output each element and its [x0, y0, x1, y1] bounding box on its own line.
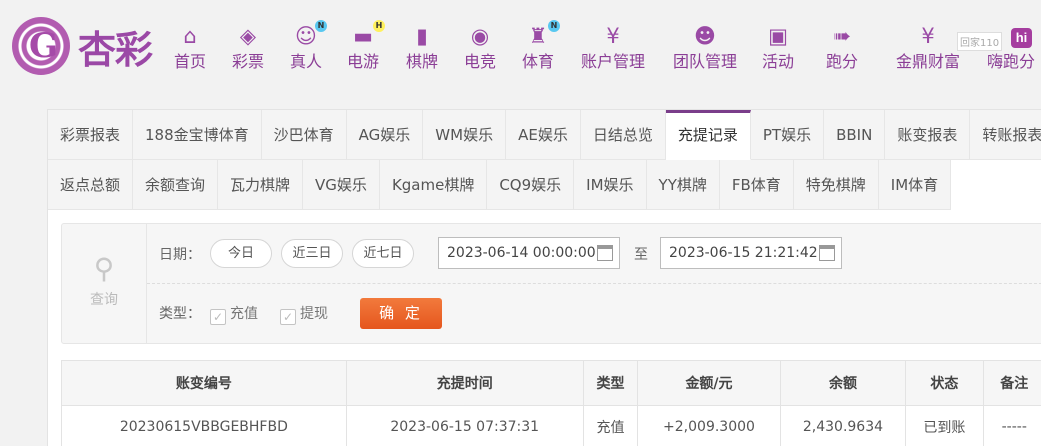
search-side: ⚲ 查询	[62, 224, 147, 343]
tab-im[interactable]: IM娱乐	[574, 160, 647, 210]
col-header-amount[interactable]: 金额/元	[637, 360, 781, 406]
tab-188bet-sports[interactable]: 188金宝博体育	[133, 110, 262, 160]
table-row[interactable]: 20230615VBBGEBHFBD 2023-06-15 07:37:31 充…	[61, 405, 1041, 446]
running-icon: ➠	[833, 24, 851, 48]
tab-ae[interactable]: AE娱乐	[506, 110, 581, 160]
nav-item-account[interactable]: ¥ 账户管理	[578, 24, 648, 73]
trophy-icon: ♜	[528, 24, 548, 48]
nav-item-cards[interactable]: ▮ 棋牌	[404, 24, 440, 73]
nav-item-running-points[interactable]: ➠ 跑分	[824, 24, 860, 73]
last-3-days-button[interactable]: 近三日	[281, 239, 343, 268]
tab-rebate-total[interactable]: 返点总额	[48, 160, 134, 210]
home-icon: ⌂	[183, 24, 197, 48]
tab-deposit-withdraw-records[interactable]: 充提记录	[665, 110, 751, 160]
new-badge: N	[548, 20, 560, 32]
nav-item-team[interactable]: ☻ 团队管理	[670, 24, 740, 73]
esports-controller-icon: ◉	[470, 24, 490, 48]
withdraw-checkbox[interactable]: ✓ 提现	[280, 303, 328, 325]
cell-status: 已到账	[905, 405, 984, 446]
today-button[interactable]: 今日	[210, 239, 272, 268]
date-label: 日期：	[159, 247, 201, 263]
tab-saba-sports[interactable]: 沙巴体育	[261, 110, 347, 160]
cell-type: 充值	[582, 405, 639, 446]
nav-item-promo[interactable]: ▣ 活动	[760, 24, 796, 73]
tab-account-change-report[interactable]: 账变报表	[885, 110, 971, 160]
col-header-remark[interactable]: 备注	[982, 360, 1041, 406]
new-badge: N	[315, 20, 327, 32]
tabs-row-2: 返点总额 余额查询 瓦力棋牌 VG娱乐 Kgame棋牌 CQ9娱乐 IM娱乐 Y…	[48, 160, 952, 210]
tab-wali-cards[interactable]: 瓦力棋牌	[218, 160, 304, 210]
cell-balance: 2,430.9634	[779, 405, 907, 446]
calendar-icon[interactable]	[597, 245, 613, 261]
cell-amount: +2,009.3000	[637, 405, 781, 446]
tab-temian-cards[interactable]: 特免棋牌	[793, 160, 879, 210]
deposit-checkbox[interactable]: ✓ 充值	[210, 303, 258, 325]
tabs-row-1: 彩票报表 188金宝博体育 沙巴体育 AG娱乐 WM娱乐 AE娱乐 日结总览 充…	[48, 110, 1041, 160]
calendar-icon[interactable]	[819, 245, 835, 261]
tab-transfer-report[interactable]: 转账报表	[970, 110, 1041, 160]
tab-cq9[interactable]: CQ9娱乐	[487, 160, 575, 210]
type-filter-row: 类型： ✓ 充值 ✓ 提现 确 定	[147, 284, 1041, 343]
checkmark-icon: ✓	[210, 309, 226, 325]
tab-kgame-cards[interactable]: Kgame棋牌	[379, 160, 488, 210]
tab-im-sports[interactable]: IM体育	[878, 160, 952, 210]
top-header: 杏彩 ⌂ 首页 ◈ 彩票 ☺N 真人 ▬H 电游 ▮ 棋牌 ◉ 电竞 ♜N 体育	[0, 0, 1041, 100]
nav-item-lottery[interactable]: ◈ 彩票	[230, 24, 266, 73]
search-icon: ⚲	[93, 252, 115, 285]
team-icon: ☻	[694, 24, 716, 48]
last-7-days-button[interactable]: 近七日	[352, 239, 414, 268]
cell-remark: -----	[982, 405, 1041, 446]
nav-item-sports[interactable]: ♜ N 体育	[520, 20, 560, 73]
logo-emblem-icon	[12, 17, 70, 75]
tab-balance-query[interactable]: 余额查询	[133, 160, 219, 210]
tab-wm[interactable]: WM娱乐	[423, 110, 507, 160]
live-dealer-icon: ☺	[295, 24, 317, 48]
wealth-icon: ¥	[921, 24, 935, 48]
main-nav: ⌂ 首页 ◈ 彩票 ☺ N 真人 ▬ H 电游 ▮ 棋牌 ◉ 电竞 ♜ N 体育 ¥	[160, 20, 1041, 74]
gamepad-icon: ▬	[353, 24, 373, 48]
tab-yy-cards[interactable]: YY棋牌	[646, 160, 720, 210]
start-datetime-input[interactable]: 2023-06-14 00:00:00	[438, 237, 620, 269]
tab-fb-sports[interactable]: FB体育	[719, 160, 794, 210]
watermark-label: 回家110	[957, 32, 1003, 51]
report-panel: 彩票报表 188金宝博体育 沙巴体育 AG娱乐 WM娱乐 AE娱乐 日结总览 充…	[47, 109, 1041, 446]
cell-time: 2023-06-15 07:37:31	[345, 405, 584, 446]
col-header-time[interactable]: 充提时间	[345, 360, 584, 406]
gift-icon: ▣	[768, 24, 788, 48]
corner-overlay: 回家110 hi	[957, 16, 1041, 52]
tab-bbin[interactable]: BBIN	[824, 110, 886, 160]
tab-ag[interactable]: AG娱乐	[346, 110, 424, 160]
nav-item-egames[interactable]: ▬ H 电游	[345, 20, 385, 73]
col-header-change-id[interactable]: 账变编号	[61, 360, 347, 406]
type-label: 类型：	[159, 306, 201, 322]
brand-logo[interactable]: 杏彩	[12, 17, 153, 75]
date-filter-row: 日期： 今日 近三日 近七日 2023-06-14 00:00:00 至 202…	[147, 224, 1041, 284]
checkmark-icon: ✓	[280, 309, 296, 325]
hi-icon[interactable]: hi	[1011, 28, 1032, 48]
col-header-balance[interactable]: 余额	[779, 360, 907, 406]
nav-item-esports[interactable]: ◉ 电竞	[462, 24, 498, 73]
nav-item-home[interactable]: ⌂ 首页	[173, 24, 207, 73]
range-separator: 至	[634, 247, 648, 263]
lottery-ticket-icon: ◈	[239, 24, 257, 48]
yen-coin-icon: ¥	[606, 24, 620, 48]
hot-badge: H	[373, 20, 385, 32]
col-header-status[interactable]: 状态	[905, 360, 984, 406]
tab-pt[interactable]: PT娱乐	[750, 110, 825, 160]
col-header-type[interactable]: 类型	[582, 360, 639, 406]
cell-change-id: 20230615VBBGEBHFBD	[61, 405, 347, 446]
search-side-label: 查询	[90, 292, 118, 308]
brand-name: 杏彩	[78, 26, 153, 72]
nav-item-wealth[interactable]: ¥ 金鼎财富	[893, 24, 963, 73]
tab-daily-overview[interactable]: 日结总览	[580, 110, 666, 160]
confirm-button[interactable]: 确 定	[360, 298, 442, 329]
cards-icon: ▮	[416, 24, 428, 48]
tab-lottery-report[interactable]: 彩票报表	[48, 110, 134, 160]
search-form: ⚲ 查询 日期： 今日 近三日 近七日 2023-06-14 00:00:00 …	[61, 223, 1041, 344]
tab-vg[interactable]: VG娱乐	[303, 160, 380, 210]
end-datetime-input[interactable]: 2023-06-15 21:21:42	[660, 237, 842, 269]
table-header-row: 账变编号 充提时间 类型 金额/元 余额 状态 备注	[61, 360, 1041, 406]
records-table: 账变编号 充提时间 类型 金额/元 余额 状态 备注 20230615VBBGE…	[61, 360, 1041, 446]
nav-item-live[interactable]: ☺ N 真人	[289, 20, 327, 73]
